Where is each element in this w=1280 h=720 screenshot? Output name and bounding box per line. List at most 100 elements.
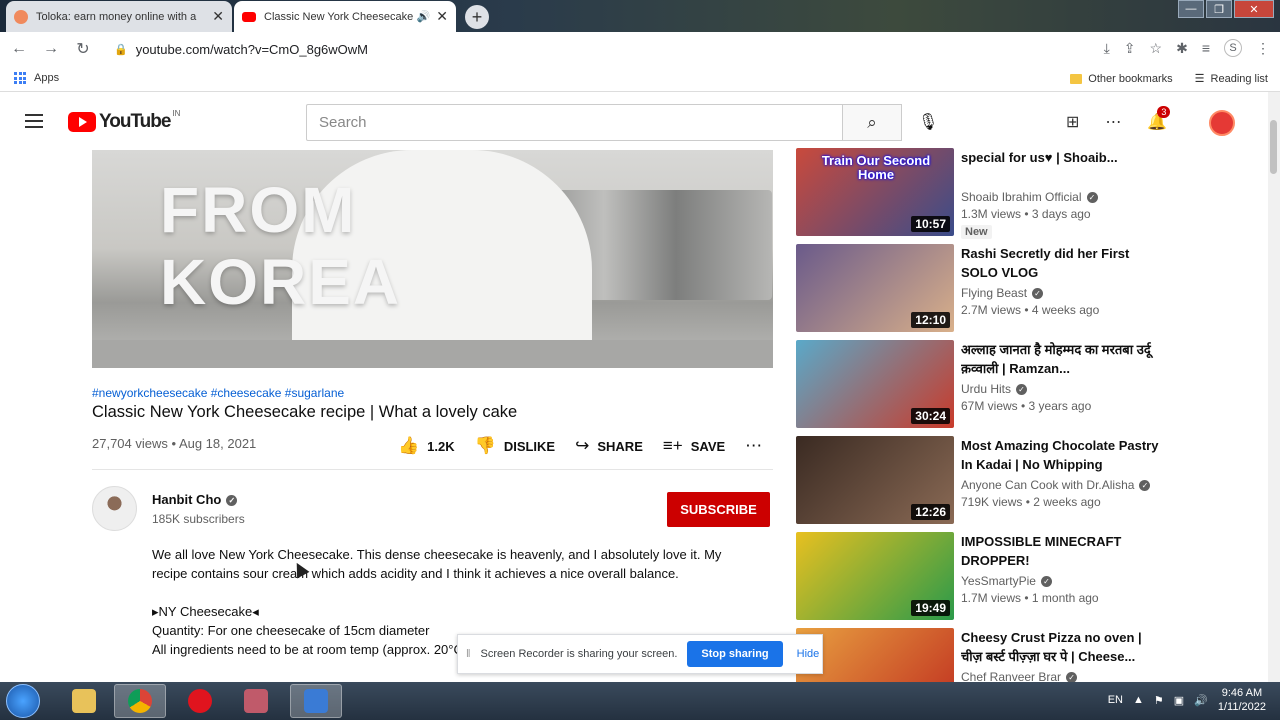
screen-recorder-bar: ‖ Screen Recorder is sharing your screen… <box>457 634 823 674</box>
hamburger-menu-icon[interactable] <box>25 114 43 132</box>
recommended-title[interactable]: अल्लाह जानता है मोहम्मद का मरतबा उर्दू क… <box>961 340 1161 378</box>
search-input[interactable]: Search <box>306 104 843 141</box>
reading-list-icon: ☰ <box>1194 73 1205 85</box>
recommended-channel[interactable]: YesSmartyPie ✓ <box>961 574 1052 588</box>
tray-expand-icon[interactable]: ▲ <box>1133 694 1144 706</box>
verified-icon: ✓ <box>1086 192 1098 204</box>
subscribe-button[interactable]: SUBSCRIBE <box>667 492 770 527</box>
video-hashtags[interactable]: #newyorkcheesecake #cheesecake #sugarlan… <box>92 386 344 400</box>
recommended-video[interactable]: Train Our Second Home 10:57 special for us… <box>796 148 1266 239</box>
back-arrow-icon[interactable]: ← <box>6 40 32 58</box>
subscriber-count: 185K subscribers <box>152 512 245 526</box>
channel-name[interactable]: Hanbit Cho ✓ <box>152 492 238 507</box>
recommended-video[interactable]: 19:49 IMPOSSIBLE MINECRAFT DROPPER! YesSma… <box>796 532 1266 620</box>
overlay-line-1: FROM <box>160 174 357 246</box>
video-thumbnail[interactable]: Train Our Second Home 10:57 <box>796 148 954 236</box>
bookmark-apps[interactable]: Apps <box>14 72 59 84</box>
video-meta: 27,704 views • Aug 18, 2021 <box>92 436 257 451</box>
create-video-icon[interactable]: ⊞ <box>1066 112 1079 132</box>
account-avatar[interactable] <box>1209 110 1235 136</box>
flag-icon[interactable]: ⚑ <box>1154 694 1164 707</box>
close-window-button[interactable]: ✕ <box>1234 0 1274 18</box>
video-duration: 10:57 <box>911 216 950 232</box>
star-icon[interactable]: ☆ <box>1150 40 1163 57</box>
save-button[interactable]: ≡+ SAVE <box>663 436 725 456</box>
taskbar-recorder[interactable] <box>290 684 342 718</box>
address-bar[interactable]: 🔒 youtube.com/watch?v=CmO_8g6wOwM <box>104 36 1144 62</box>
video-duration: 19:49 <box>911 600 950 616</box>
recommended-title[interactable]: special for us♥ | Shoaib... <box>961 148 1161 167</box>
recommended-title[interactable]: Rashi Secretly did her First SOLO VLOG <box>961 244 1161 282</box>
search-button[interactable]: ⌕ <box>842 104 902 141</box>
tab-cheesecake[interactable]: Classic New York Cheesecake 🔊 ✕ <box>234 1 456 32</box>
taskbar-explorer[interactable] <box>58 684 110 718</box>
video-thumbnail[interactable]: 12:10 <box>796 244 954 332</box>
minimize-button[interactable]: — <box>1178 0 1204 18</box>
logo-text: YouTube <box>99 111 171 132</box>
description-line: We all love New York Cheesecake. This de… <box>152 547 722 562</box>
network-icon[interactable]: ▣ <box>1174 694 1184 707</box>
clock[interactable]: 9:46 AM 1/11/2022 <box>1218 686 1266 714</box>
stop-sharing-button[interactable]: Stop sharing <box>687 641 783 667</box>
channel-avatar[interactable] <box>92 486 137 531</box>
taskbar-tally[interactable] <box>230 684 282 718</box>
language-indicator[interactable]: EN <box>1108 694 1123 706</box>
channel-name-text: Hanbit Cho <box>152 492 222 507</box>
taskbar-chrome[interactable] <box>114 684 166 718</box>
header-actions: ⊞ ⋯ 🔔 3 <box>1066 106 1171 132</box>
window-controls: — ❐ ✕ <box>1176 0 1274 18</box>
apps-icon[interactable]: ⋯ <box>1105 112 1121 132</box>
more-actions-button[interactable]: ⋯ <box>745 436 762 456</box>
windows-taskbar: EN ▲ ⚑ ▣ 🔊 9:46 AM 1/11/2022 <box>0 682 1280 720</box>
recommended-title[interactable]: Cheesy Crust Pizza no oven | चीज़ बर्स्ट… <box>961 628 1161 666</box>
video-player[interactable]: FROM KOREA <box>92 150 773 368</box>
video-thumbnail[interactable]: 19:49 <box>796 532 954 620</box>
verified-icon: ✓ <box>1139 480 1151 492</box>
share-button[interactable]: ↪ SHARE <box>575 436 643 456</box>
taskbar-opera[interactable] <box>174 684 226 718</box>
close-tab-icon[interactable]: ✕ <box>436 8 448 25</box>
recommended-channel-name: Shoaib Ibrahim Official <box>961 190 1082 204</box>
media-icon[interactable]: ≡ <box>1202 40 1210 56</box>
recommended-title[interactable]: IMPOSSIBLE MINECRAFT DROPPER! <box>961 532 1161 570</box>
recommended-channel-name: Anyone Can Cook with Dr.Alisha <box>961 478 1135 492</box>
tab-toloka[interactable]: Toloka: earn money online with a ✕ <box>6 1 232 32</box>
reading-list[interactable]: ☰ Reading list <box>1195 72 1268 85</box>
divider <box>92 469 773 470</box>
forward-arrow-icon[interactable]: → <box>38 40 64 58</box>
volume-icon[interactable]: 🔊 <box>1194 694 1208 707</box>
verified-icon: ✓ <box>1016 384 1028 396</box>
recommended-meta: 67M views • 3 years ago <box>961 399 1092 413</box>
extensions-icon[interactable]: ✱ <box>1176 40 1188 57</box>
video-thumbnail[interactable]: 12:26 <box>796 436 954 524</box>
hide-button[interactable]: Hide <box>797 648 820 660</box>
speaker-icon[interactable]: 🔊 <box>417 10 431 23</box>
profile-icon[interactable]: S <box>1224 39 1242 57</box>
recommended-channel[interactable]: Shoaib Ibrahim Official ✓ <box>961 190 1098 204</box>
start-button[interactable] <box>6 684 40 718</box>
microphone-icon[interactable]: 🎙 <box>918 112 938 132</box>
video-thumbnail[interactable]: 30:24 <box>796 340 954 428</box>
other-bookmarks[interactable]: Other bookmarks <box>1070 73 1173 85</box>
youtube-logo[interactable]: YouTube IN <box>68 109 180 133</box>
youtube-favicon-icon <box>242 11 256 22</box>
recommended-title[interactable]: Most Amazing Chocolate Pastry In Kadai |… <box>961 436 1161 474</box>
page-scrollbar[interactable] <box>1268 92 1280 682</box>
recommended-channel[interactable]: Flying Beast ✓ <box>961 286 1044 300</box>
close-tab-icon[interactable]: ✕ <box>212 8 224 25</box>
maximize-button[interactable]: ❐ <box>1206 0 1232 18</box>
recommended-channel[interactable]: Anyone Can Cook with Dr.Alisha ✓ <box>961 478 1151 492</box>
new-tab-button[interactable]: + <box>465 5 489 29</box>
reload-icon[interactable]: ↻ <box>70 39 96 59</box>
dislike-button[interactable]: 👎 DISLIKE <box>475 436 555 456</box>
recommended-video[interactable]: 30:24 अल्लाह जानता है मोहम्मद का मरतबा उर… <box>796 340 1266 428</box>
share-icon[interactable]: ⇪ <box>1124 40 1136 57</box>
recommended-video[interactable]: 12:10 Rashi Secretly did her First SOLO V… <box>796 244 1266 332</box>
like-button[interactable]: 👍 1.2K <box>398 436 455 456</box>
notifications-button[interactable]: 🔔 3 <box>1147 106 1171 132</box>
drag-handle-icon[interactable]: ‖ <box>466 648 471 660</box>
recommended-channel[interactable]: Urdu Hits ✓ <box>961 382 1028 396</box>
recommended-video[interactable]: 12:26 Most Amazing Chocolate Pastry In Ka… <box>796 436 1266 524</box>
menu-kebab-icon[interactable]: ⋮ <box>1256 40 1270 57</box>
install-icon[interactable]: ⤓ <box>1104 40 1110 57</box>
